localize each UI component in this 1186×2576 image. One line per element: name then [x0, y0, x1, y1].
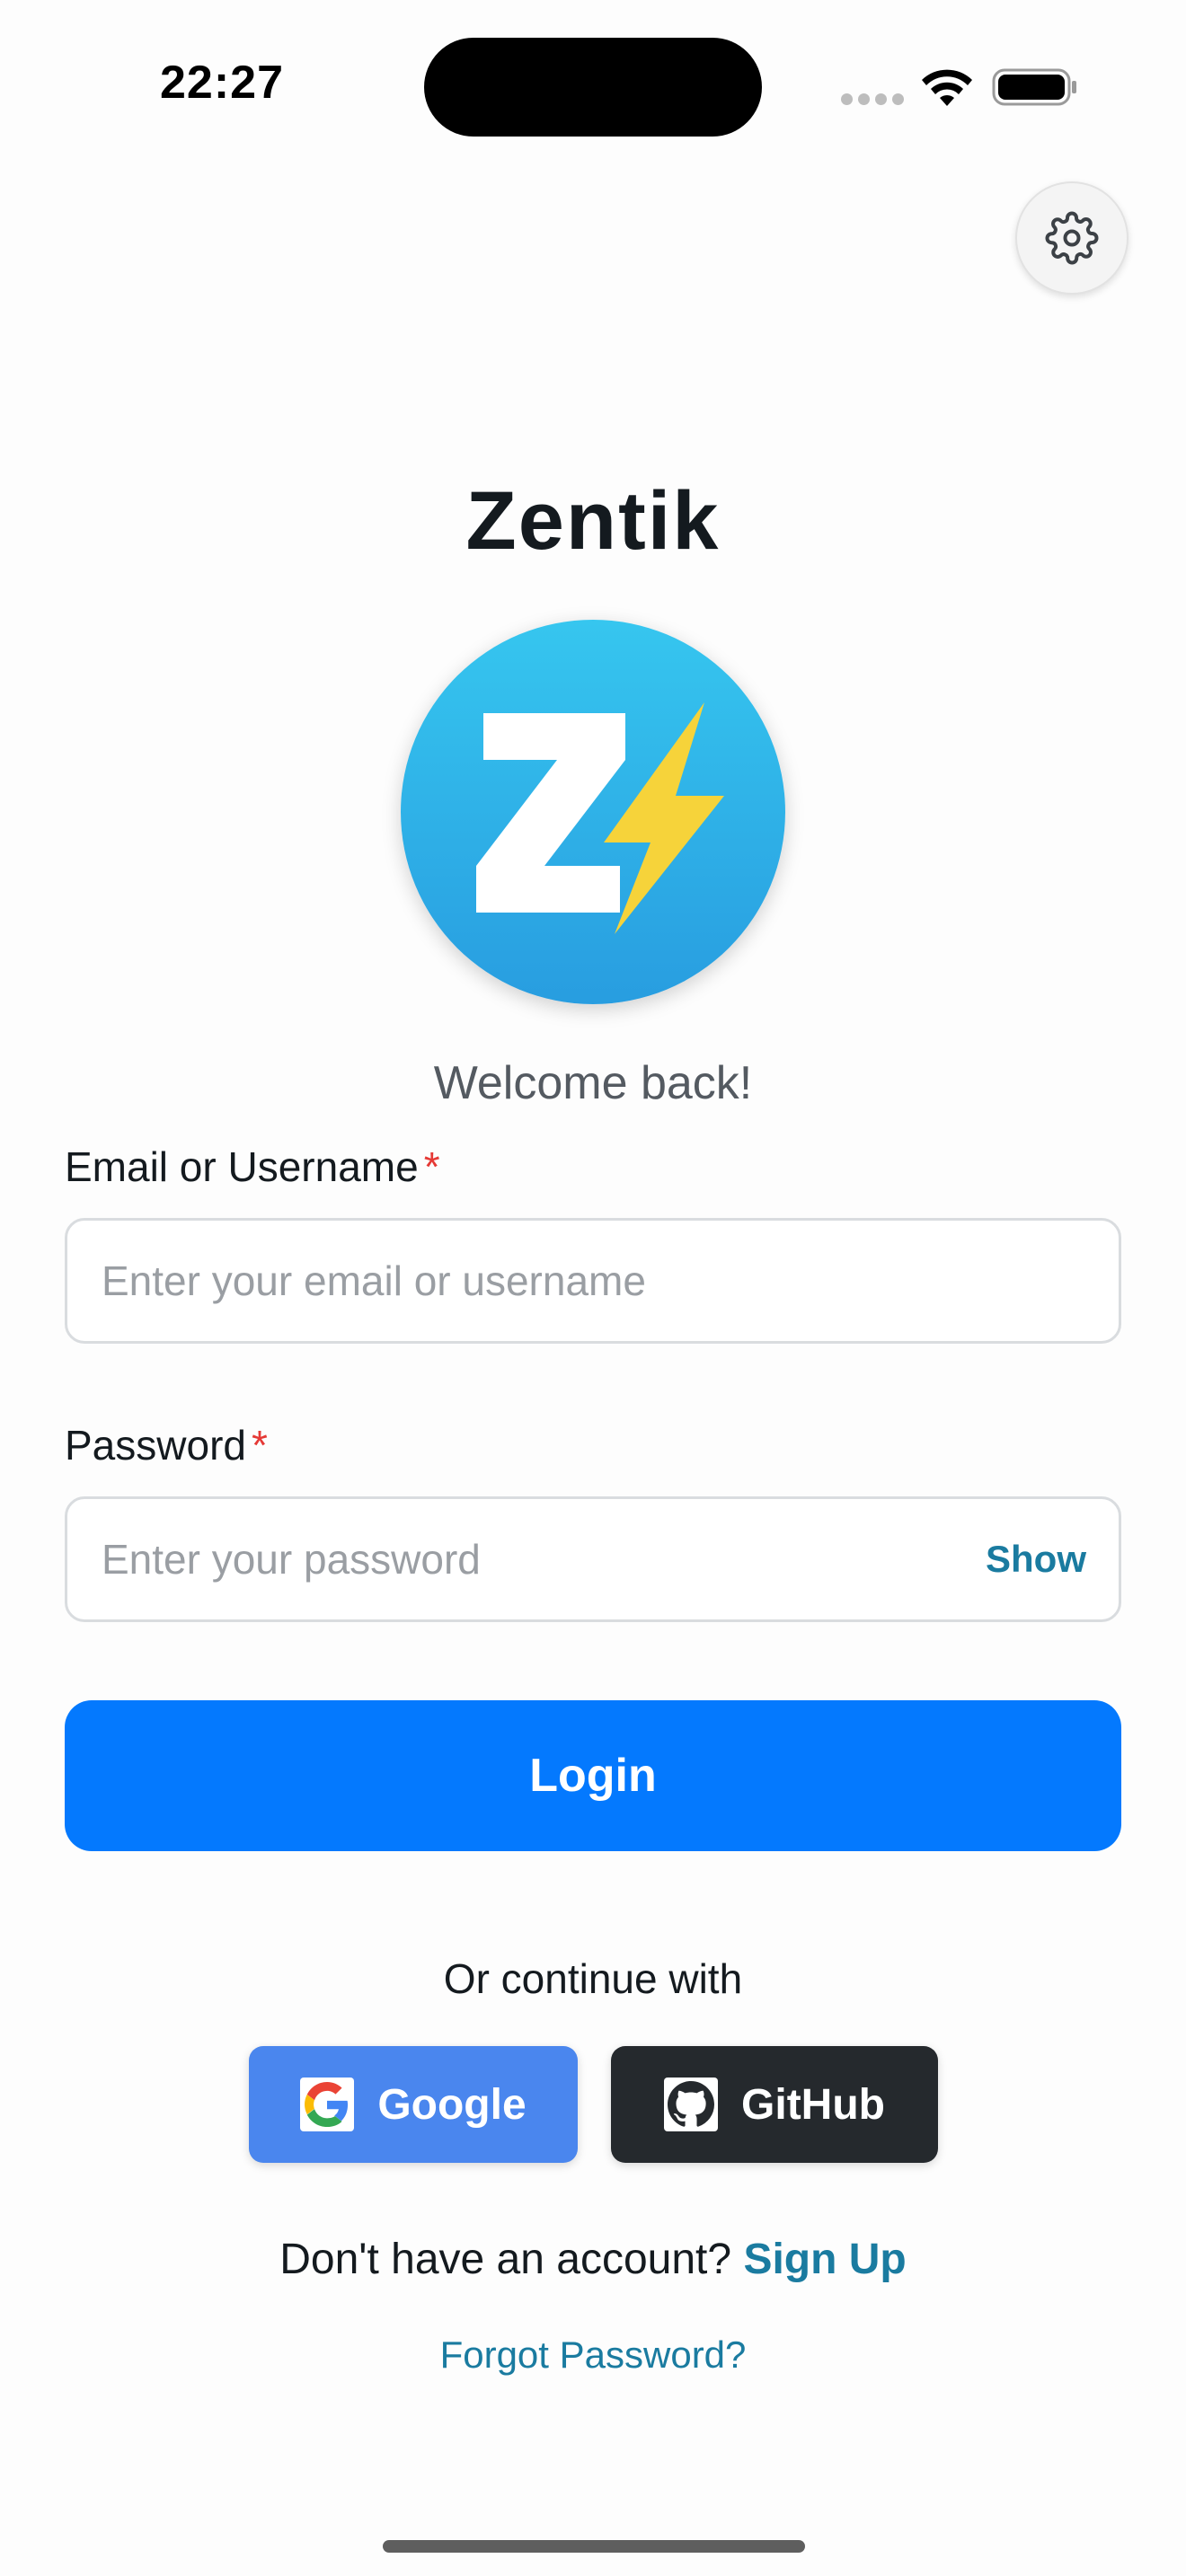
github-label: GitHub [741, 2080, 885, 2129]
password-label-text: Password [65, 1422, 246, 1469]
login-button[interactable]: Login [65, 1700, 1121, 1851]
battery-icon [992, 68, 1076, 106]
email-label-text: Email or Username [65, 1143, 419, 1190]
home-indicator[interactable] [383, 2540, 805, 2553]
or-continue-text: Or continue with [443, 1955, 743, 2002]
app-title: Zentik [465, 475, 721, 567]
signup-prompt-line: Don't have an account? Sign Up [0, 2235, 1186, 2284]
email-input[interactable] [100, 1256, 1086, 1306]
status-time: 22:27 [160, 57, 284, 109]
gear-icon [1045, 211, 1099, 265]
google-icon [300, 2078, 355, 2131]
show-password-button[interactable]: Show [986, 1538, 1086, 1581]
required-mark: * [423, 1143, 440, 1190]
password-input[interactable] [100, 1534, 986, 1584]
sign-up-link[interactable]: Sign Up [743, 2236, 906, 2283]
logo-z-bolt-icon [476, 702, 724, 934]
email-label: Email or Username * [65, 1142, 440, 1191]
required-mark: * [251, 1422, 268, 1469]
signup-prompt-text: Don't have an account? [279, 2236, 732, 2283]
dynamic-island [424, 38, 762, 137]
password-field[interactable]: Show [65, 1496, 1121, 1622]
cellular-signal-icon [841, 93, 904, 106]
google-login-button[interactable]: Google [249, 2046, 578, 2163]
forgot-password-link[interactable]: Forgot Password? [0, 2333, 1186, 2377]
password-label: Password * [65, 1421, 268, 1469]
wifi-icon [922, 69, 972, 106]
settings-button[interactable] [1015, 181, 1128, 295]
welcome-text: Welcome back! [433, 1057, 753, 1109]
github-login-button[interactable]: GitHub [611, 2046, 938, 2163]
app-logo [401, 620, 785, 1004]
google-label: Google [377, 2080, 527, 2129]
github-icon [664, 2078, 719, 2131]
email-field[interactable] [65, 1218, 1121, 1344]
